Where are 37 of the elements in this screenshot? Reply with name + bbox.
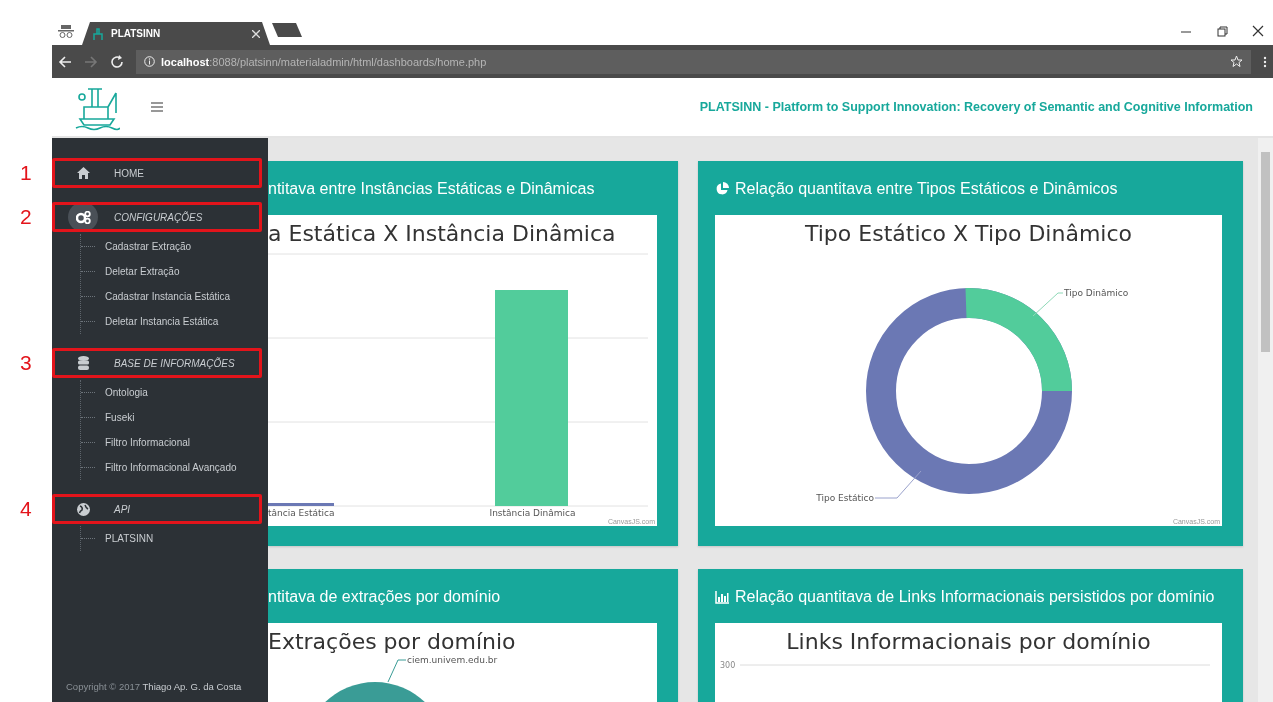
annotation-number: 1 <box>20 161 32 185</box>
submenu-item[interactable]: Cadastrar Extração <box>105 241 192 252</box>
slice-label: Tipo Estático <box>816 493 874 503</box>
submenu-item[interactable]: Filtro Informacional <box>105 437 191 448</box>
card-title: ntitava de extrações por domínio <box>268 589 501 605</box>
slice-label: ciem.univem.edu.br <box>407 655 498 665</box>
address-field[interactable]: localhost:8088/platsinn/materialadmin/html/dashboards/home.php <box>136 49 1251 74</box>
card-title: Relação quantitava de Links Informacionais persistidos por domínio <box>735 589 1215 605</box>
sidebar-item[interactable]: BASE DE INFORMAÇÕES <box>52 348 262 378</box>
axis-label: 300 <box>720 661 736 670</box>
annotation-number: 4 <box>20 497 32 521</box>
slice-label: Tipo Dinâmico <box>1064 288 1129 298</box>
submenu-item[interactable]: PLATSINN <box>105 533 154 544</box>
submenu-item[interactable]: Deletar Extração <box>105 266 180 277</box>
card-title: Relação quantitava entre Tipos Estáticos e Dinâmicos <box>735 181 1118 197</box>
chart-title: a Estática X Instância Dinâmica <box>268 220 617 246</box>
sidebar-item[interactable]: API <box>52 494 262 524</box>
sidebar-item[interactable]: CONFIGURAÇÕES <box>52 202 262 232</box>
chart-title: Links Informacionais por domínio <box>785 628 1152 654</box>
chart-title: Tipo Estático X Tipo Dinâmico <box>804 220 1133 246</box>
axis-label: Instância Dinâmica <box>488 508 577 518</box>
card-title: ntitava entre Instâncias Estáticas e Dinâmicas <box>268 181 595 197</box>
submenu-item[interactable]: Fuseki <box>105 412 135 423</box>
annotation-number: 2 <box>20 205 32 229</box>
tab-title: PLATSINN <box>111 28 162 39</box>
submenu-item[interactable]: Cadastrar Instancia Estática <box>105 291 231 302</box>
sidebar-item[interactable]: HOME <box>52 158 262 188</box>
axis-label: tância Estática <box>268 508 336 518</box>
browser-tab[interactable]: PLATSINN <box>82 22 270 45</box>
copyright-text: Copyright © 2017 Thiago Ap. G. da Costa <box>65 681 243 694</box>
annotation-number: 3 <box>20 351 32 375</box>
submenu-item[interactable]: Filtro Informacional Avançado <box>105 462 237 473</box>
submenu-item[interactable]: Deletar Instancia Estática <box>105 316 219 327</box>
url-text: localhost:8088/platsinn/materialadmin/html/dashboards/home.php <box>161 55 487 68</box>
app-title: PLATSINN - Platform to Support Innovation: Recovery of Semantic and Cognitive Information <box>699 100 1253 114</box>
chart-title: Extrações por domínio <box>268 628 517 654</box>
submenu-item[interactable]: Ontologia <box>105 387 148 398</box>
